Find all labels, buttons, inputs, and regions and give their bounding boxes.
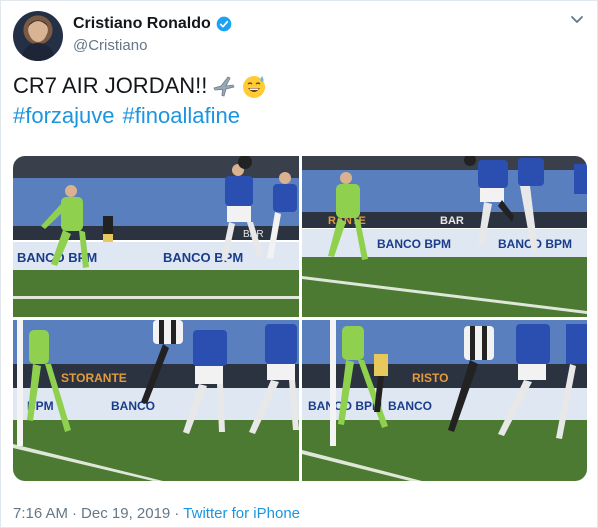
hashtag-forzajuve[interactable]: #forzajuve (13, 101, 115, 131)
chevron-down-icon[interactable] (569, 11, 585, 27)
tweet-card: Cristiano Ronaldo @Cristiano CR7 AIR JOR… (0, 0, 598, 528)
avatar-image (21, 20, 55, 61)
avatar[interactable] (13, 11, 63, 61)
hashtag-finoallafine[interactable]: #finoallafine (123, 101, 240, 131)
meta-separator: · (72, 505, 78, 522)
tweet-meta: 7:16 AM · Dec 19, 2019 · Twitter for iPh… (13, 505, 300, 522)
photo-4-image: RISTO BANCO BPM BANCO (302, 320, 587, 481)
tweet-source-link[interactable]: Twitter for iPhone (183, 505, 300, 522)
banner-right: BANCO BPM (163, 250, 243, 265)
tweet-text: CR7 AIR JORDAN!! #forzajuve #finoallafin… (13, 71, 267, 131)
ad-top-right: RISTO (412, 371, 448, 385)
tweet-body: CR7 AIR JORDAN!! (13, 73, 208, 98)
name-row: Cristiano Ronaldo (73, 15, 232, 33)
ad-top-right: BAR (440, 215, 464, 227)
grinning-sweat-emoji-icon (243, 76, 266, 98)
display-name[interactable]: Cristiano Ronaldo (73, 15, 211, 33)
photo-1[interactable]: BAR BANCO BPM BANCO BPM (13, 156, 299, 317)
user-handle[interactable]: @Cristiano (73, 37, 147, 54)
photo-2[interactable]: RANTE BAR BANCO BPM BANCO BPM (302, 156, 587, 317)
photo-3-image: STORANTE BPM BANCO (13, 320, 299, 481)
banner-middle: BANCO (111, 399, 155, 413)
meta-separator-2: · (174, 505, 180, 522)
photo-2-image: RANTE BAR BANCO BPM BANCO BPM (302, 156, 587, 317)
tweet-date[interactable]: Dec 19, 2019 (81, 505, 170, 522)
hashtag-line: #forzajuve #finoallafine (13, 101, 267, 131)
airplane-emoji-icon (213, 76, 235, 97)
photo-4[interactable]: RISTO BANCO BPM BANCO (302, 320, 587, 481)
tweet-time[interactable]: 7:16 AM (13, 505, 68, 522)
banner-left: BANCO BPM (377, 237, 451, 251)
ad-top-left: STORANTE (61, 371, 127, 385)
photo-grid: BAR BANCO BPM BANCO BPM (13, 156, 587, 481)
photo-1-image: BAR BANCO BPM BANCO BPM (13, 156, 299, 317)
verified-badge-icon (216, 16, 232, 32)
banner-right: BANCO (388, 399, 432, 413)
tweet-first-line: CR7 AIR JORDAN!! (13, 71, 267, 101)
photo-3[interactable]: STORANTE BPM BANCO (13, 320, 299, 481)
